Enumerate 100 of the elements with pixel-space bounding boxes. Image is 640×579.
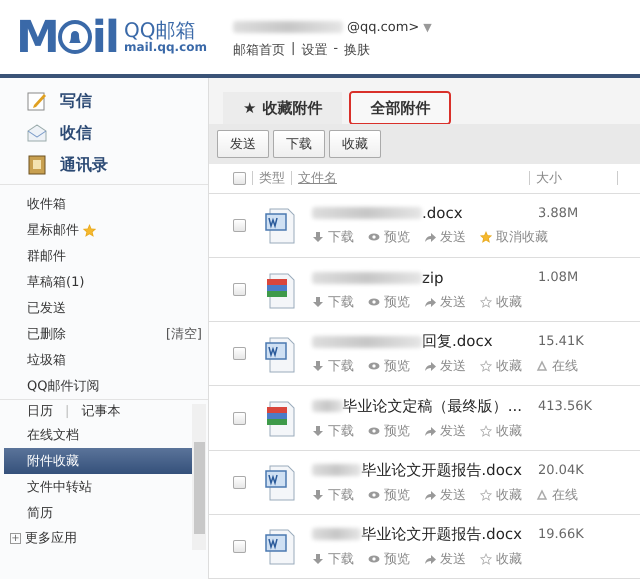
online-action[interactable]: 在线 (536, 357, 578, 376)
row-action[interactable]: 下载 (312, 292, 354, 311)
row-checkbox[interactable] (233, 218, 246, 232)
eye-icon (368, 360, 380, 372)
row-action[interactable]: 预览 (368, 422, 410, 440)
link-separator: | (290, 40, 296, 58)
app-item[interactable]: 在线文档 (4, 422, 192, 448)
share-arrow-icon (424, 552, 436, 565)
sidebar-action[interactable]: 收信 (26, 122, 208, 144)
favorite-action[interactable]: 收藏 (480, 550, 522, 568)
row-action[interactable]: 下载 (312, 486, 354, 504)
row-action[interactable]: 发送 (424, 422, 466, 440)
row-action[interactable]: 发送 (424, 228, 466, 246)
folder-item[interactable]: 群邮件 (27, 247, 66, 265)
folder-item[interactable]: 星标邮件 (27, 221, 79, 239)
column-header: 大小 (536, 170, 563, 188)
envelope-icon (26, 122, 48, 144)
row-action[interactable]: 发送 (424, 486, 466, 504)
star-icon (480, 424, 492, 436)
link-separator: - (333, 40, 338, 58)
share-arrow-icon (424, 488, 436, 501)
row-action[interactable]: 下载 (312, 357, 354, 376)
logo-letter: M (16, 12, 58, 62)
file-name[interactable]: 毕业论文开题报告.docx (361, 460, 522, 480)
column-header[interactable]: 文件名 (298, 169, 523, 188)
row-checkbox[interactable] (233, 476, 246, 489)
folder-item[interactable]: 已发送 (27, 299, 66, 317)
download-arrow-icon (312, 296, 324, 308)
row-checkbox[interactable] (233, 347, 246, 360)
row-action[interactable]: 预览 (368, 292, 410, 311)
clear-link[interactable]: [清空] (166, 325, 202, 343)
file-size: 15.41K (538, 334, 584, 350)
folder-item[interactable]: QQ邮件订阅 (27, 377, 100, 395)
file-name[interactable]: zip (422, 268, 444, 287)
eye-icon (368, 231, 380, 244)
row-action[interactable]: 预览 (368, 550, 410, 568)
star-icon (480, 231, 492, 244)
sidebar-action[interactable]: 写信 (26, 90, 208, 112)
triangle-nodes-icon (536, 360, 548, 372)
more-apps-link[interactable]: 更多应用 (25, 529, 77, 547)
tab[interactable]: 全部附件 (350, 92, 450, 124)
download-arrow-icon (312, 360, 324, 372)
row-checkbox[interactable] (233, 412, 246, 424)
sidebar-action[interactable]: 通讯录 (26, 154, 208, 176)
file-name[interactable]: 毕业论文定稿（最终版）... (342, 396, 522, 416)
favorite-action[interactable]: 收藏 (480, 292, 522, 311)
link-separator: | (65, 404, 70, 418)
eye-icon (368, 424, 380, 436)
expand-toggle[interactable]: + (10, 532, 21, 544)
file-size: 3.88M (538, 206, 578, 221)
star-icon (480, 488, 492, 501)
logo-domain: mail.qq.com (124, 41, 207, 55)
download-arrow-icon (312, 424, 324, 436)
favorite-action[interactable]: 取消收藏 (480, 228, 548, 246)
app-item[interactable]: 简历 (4, 500, 192, 526)
toolbar-button[interactable]: 下载 (273, 130, 325, 158)
folder-item[interactable]: 已删除 (27, 325, 66, 343)
select-all-checkbox[interactable] (233, 172, 246, 185)
folder-item[interactable]: 收件箱 (27, 195, 66, 213)
favorite-action[interactable]: 收藏 (480, 357, 522, 376)
folder-item[interactable]: 草稿箱(1) (27, 273, 84, 291)
row-action[interactable]: 预览 (368, 357, 410, 376)
share-arrow-icon (424, 231, 436, 244)
toolbar-button[interactable]: 收藏 (329, 130, 381, 158)
scrollbar[interactable] (192, 404, 206, 550)
file-name[interactable]: 回复.docx (422, 332, 493, 352)
notepad-link[interactable]: 记事本 (81, 402, 120, 420)
header-link[interactable]: 设置 (301, 40, 328, 58)
download-arrow-icon (312, 231, 324, 244)
account-address[interactable]: @qq.com> (346, 20, 420, 34)
app-item[interactable]: 附件收藏 (4, 448, 192, 474)
tab[interactable]: ★ 收藏附件 (223, 92, 342, 124)
row-action[interactable]: 发送 (424, 292, 466, 311)
row-action[interactable]: 预览 (368, 228, 410, 246)
row-action[interactable]: 发送 (424, 357, 466, 376)
folder-item[interactable]: 垃圾箱 (27, 351, 66, 369)
row-checkbox[interactable] (233, 540, 246, 553)
row-checkbox[interactable] (233, 283, 246, 296)
online-action[interactable]: 在线 (536, 486, 578, 504)
calendar-link[interactable]: 日历 (27, 402, 53, 420)
file-name[interactable]: .docx (422, 204, 463, 222)
app-item[interactable]: 文件中转站 (4, 474, 192, 500)
row-action[interactable]: 预览 (368, 486, 410, 504)
row-action[interactable]: 下载 (312, 550, 354, 568)
share-arrow-icon (424, 360, 436, 372)
row-action[interactable]: 下载 (312, 228, 354, 246)
eye-icon (368, 488, 380, 501)
eye-icon (368, 552, 380, 565)
favorite-action[interactable]: 收藏 (480, 422, 522, 440)
star-icon (480, 360, 492, 372)
eye-icon (368, 296, 380, 308)
row-action[interactable]: 下载 (312, 422, 354, 440)
favorite-action[interactable]: 收藏 (480, 486, 522, 504)
file-name[interactable]: 毕业论文开题报告.docx (361, 524, 522, 544)
share-arrow-icon (424, 296, 436, 308)
toolbar-button[interactable]: 发送 (217, 130, 269, 158)
header-link[interactable]: 换肤 (344, 40, 370, 58)
header-link[interactable]: 邮箱首页 (232, 40, 285, 58)
notepad-pencil-icon (26, 90, 48, 112)
row-action[interactable]: 发送 (424, 550, 466, 568)
